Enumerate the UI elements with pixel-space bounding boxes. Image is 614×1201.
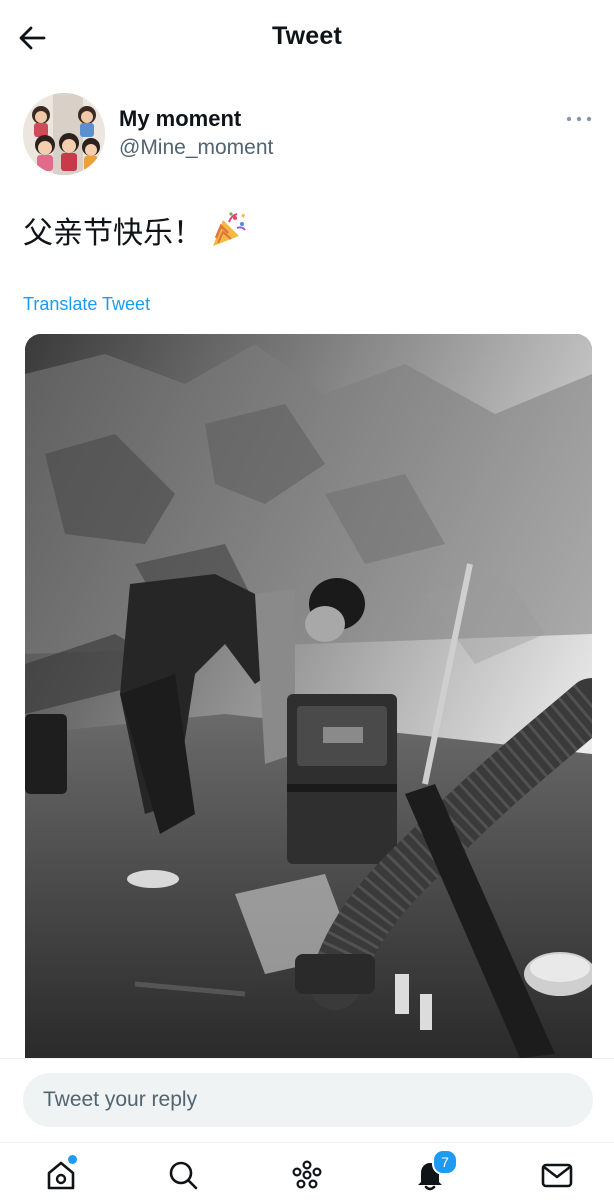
spaces-icon xyxy=(292,1160,322,1189)
more-horizontal-icon xyxy=(566,116,592,122)
translate-tweet-link[interactable]: Translate Tweet xyxy=(23,294,150,315)
nav-notifications[interactable]: 7 xyxy=(410,1149,458,1195)
tweet-text-content: 父亲节快乐！ xyxy=(23,217,203,250)
notification-badge: 7 xyxy=(432,1149,458,1175)
reply-input[interactable] xyxy=(23,1073,593,1127)
page-title: Tweet xyxy=(272,22,342,50)
author-handle[interactable]: @Mine_moment xyxy=(119,136,273,160)
reply-bar xyxy=(0,1058,614,1143)
avatar[interactable] xyxy=(23,93,105,175)
party-popper-icon xyxy=(209,210,249,250)
author-display-name[interactable]: My moment xyxy=(119,106,241,132)
search-icon xyxy=(169,1161,198,1190)
mail-icon xyxy=(541,1163,573,1188)
tweet-text: 父亲节快乐！ xyxy=(23,208,249,252)
tweet-photo[interactable] xyxy=(25,334,592,1058)
nav-spaces[interactable] xyxy=(287,1155,327,1195)
nav-search[interactable] xyxy=(163,1155,203,1195)
bottom-nav: 7 xyxy=(0,1142,614,1201)
home-unread-dot xyxy=(68,1155,77,1164)
top-bar: Tweet xyxy=(0,0,614,78)
nav-home[interactable] xyxy=(41,1155,81,1195)
more-button[interactable] xyxy=(564,106,594,132)
nav-messages[interactable] xyxy=(537,1155,577,1195)
